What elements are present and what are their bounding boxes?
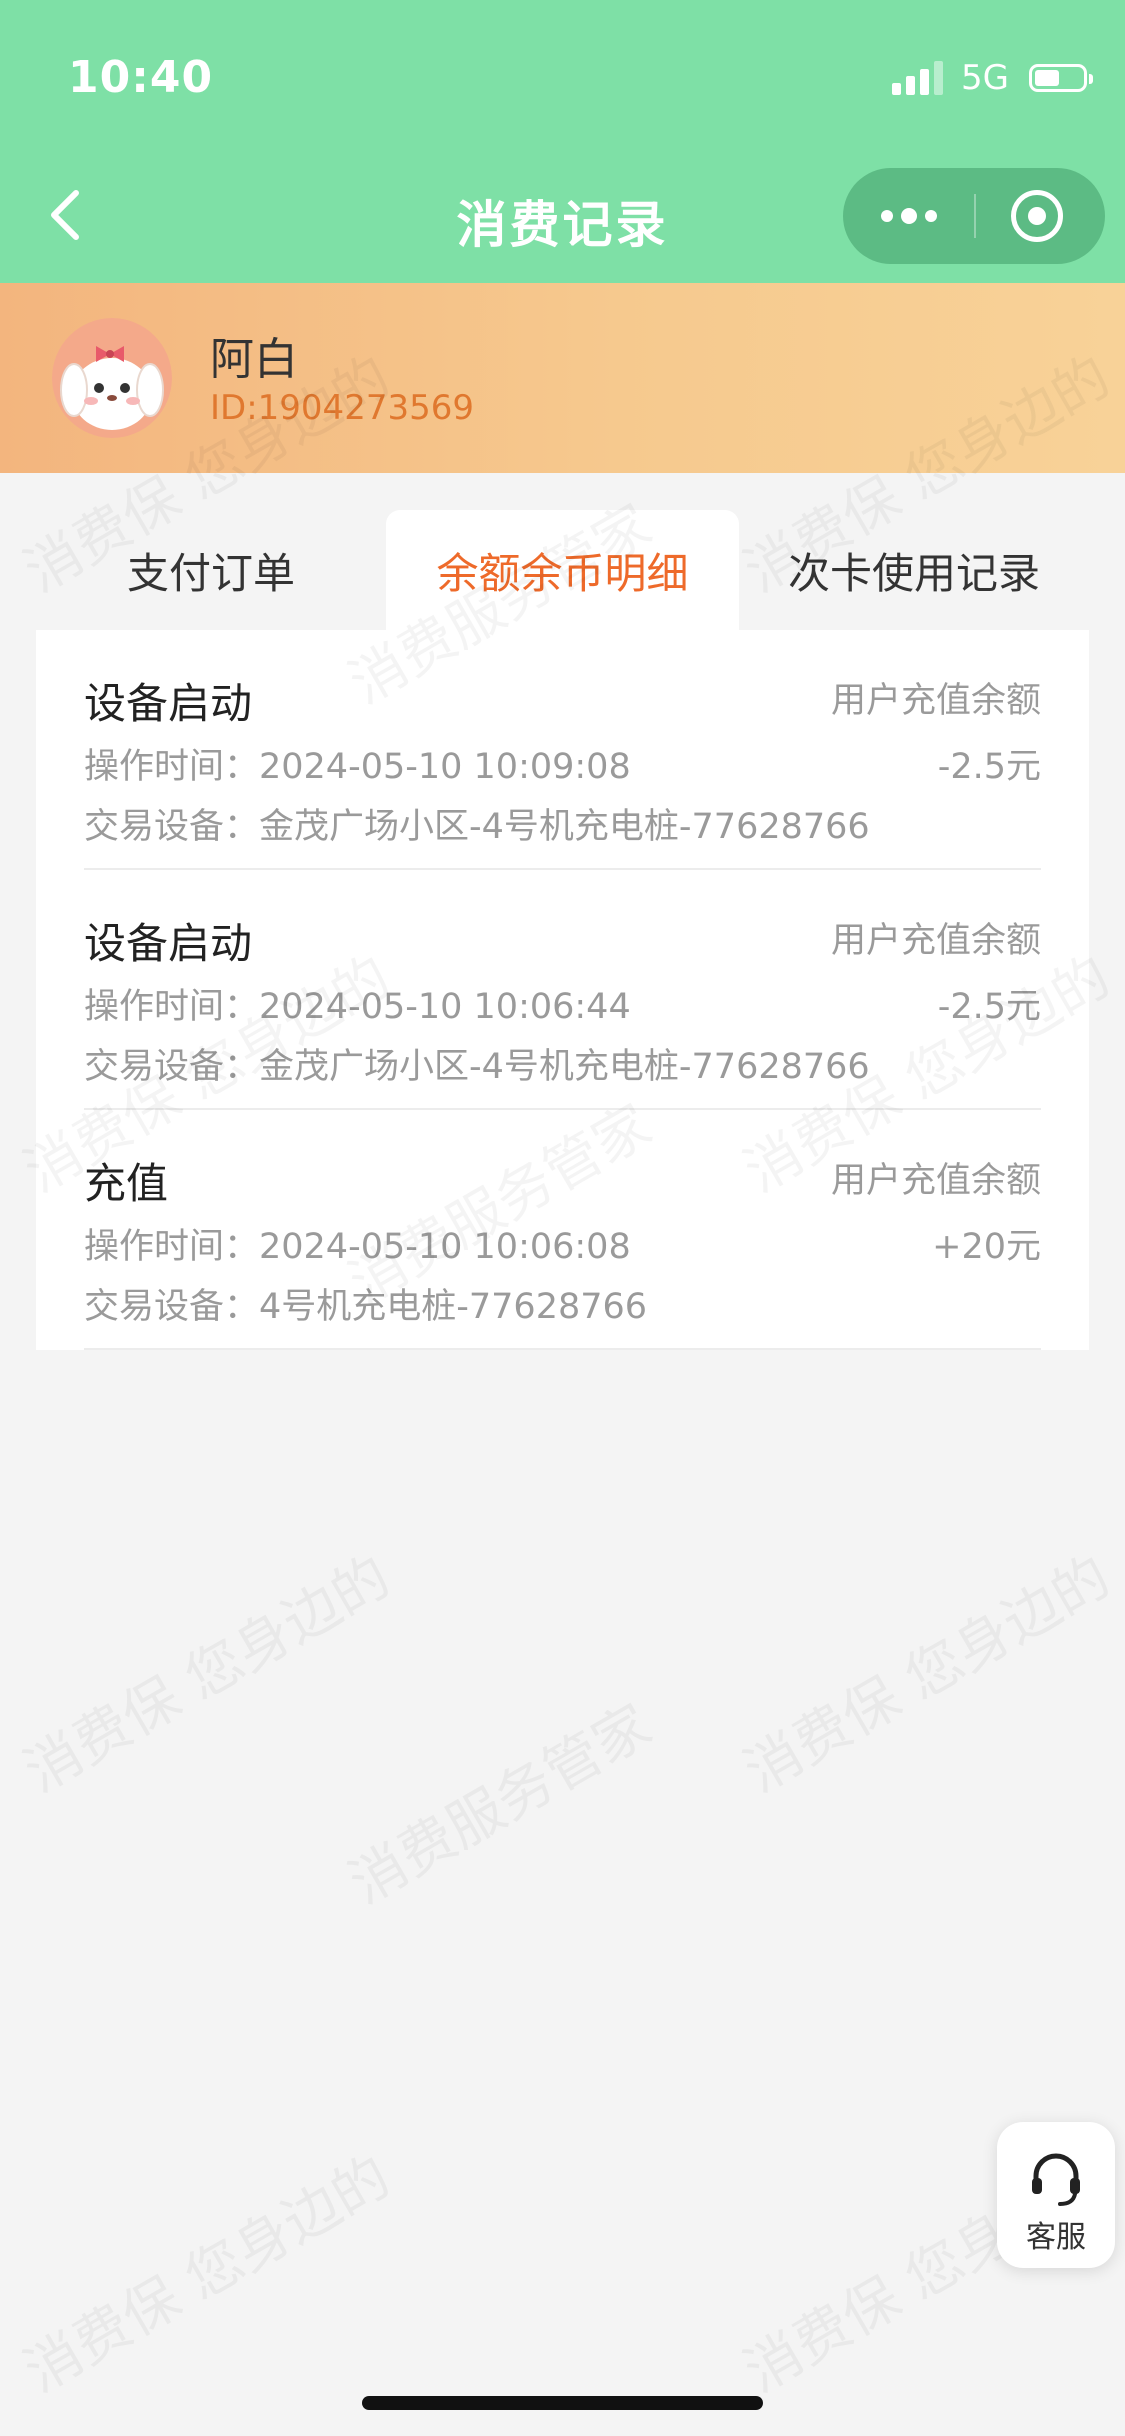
avatar — [52, 318, 172, 438]
avatar-image — [52, 318, 172, 438]
record-device: 交易设备：金茂广场小区-4号机充电桩-77628766 — [84, 807, 870, 847]
user-banner: 阿白 ID:1904273569 — [0, 283, 1125, 473]
record-tabs: 支付订单 余额余币明细 次卡使用记录 — [36, 510, 1089, 630]
record-amount: -2.5元 — [937, 747, 1041, 787]
capsule-divider — [974, 194, 976, 238]
watermark-text: 消费保 您身边的 — [7, 1533, 402, 1808]
header-bar: 10:40 5G 消费记录 — [0, 0, 1125, 283]
record-title: 设备启动 — [84, 679, 253, 728]
record-time: 操作时间：2024-05-10 10:06:08 — [84, 1227, 631, 1267]
miniprogram-capsule — [843, 168, 1105, 264]
status-time: 10:40 — [68, 52, 214, 103]
signal-icon — [892, 61, 944, 95]
record-amount: -2.5元 — [937, 987, 1041, 1027]
user-name: 阿白 — [210, 334, 298, 385]
status-indicators: 5G — [892, 58, 1093, 98]
record-item[interactable]: 充值 用户充值余额 操作时间：2024-05-10 10:06:08 +20元 … — [84, 1110, 1041, 1350]
record-time: 操作时间：2024-05-10 10:09:08 — [84, 747, 631, 787]
watermark-text: 消费服务管家 — [332, 1681, 663, 1919]
target-icon — [1028, 207, 1046, 225]
record-title: 设备启动 — [84, 919, 253, 968]
customer-service-label: 客服 — [1026, 2220, 1086, 2255]
dot-icon — [925, 210, 937, 222]
tab-payment-orders[interactable]: 支付订单 — [36, 510, 386, 630]
home-indicator — [362, 2396, 763, 2410]
record-item[interactable]: 设备启动 用户充值余额 操作时间：2024-05-10 10:06:44 -2.… — [84, 870, 1041, 1110]
records-panel: 设备启动 用户充值余额 操作时间：2024-05-10 10:09:08 -2.… — [36, 630, 1089, 1350]
dot-icon — [901, 208, 917, 224]
record-title: 充值 — [84, 1159, 169, 1208]
tab-balance-detail[interactable]: 余额余币明细 — [386, 510, 739, 630]
headset-icon — [1032, 2153, 1080, 2206]
close-miniprogram-button[interactable] — [1011, 190, 1063, 242]
record-amount: +20元 — [932, 1227, 1041, 1267]
customer-service-button[interactable]: 客服 — [997, 2122, 1115, 2268]
record-type: 用户充值余额 — [830, 681, 1041, 721]
dot-icon — [881, 210, 893, 222]
battery-icon — [1029, 64, 1093, 92]
record-time: 操作时间：2024-05-10 10:06:44 — [84, 987, 631, 1027]
divider — [84, 1348, 1041, 1350]
record-device: 交易设备：4号机充电桩-77628766 — [84, 1287, 648, 1327]
network-type: 5G — [961, 58, 1009, 98]
record-type: 用户充值余额 — [830, 921, 1041, 961]
record-device: 交易设备：金茂广场小区-4号机充电桩-77628766 — [84, 1047, 870, 1087]
more-button[interactable] — [871, 194, 947, 238]
watermark-text: 消费保 您身边的 — [727, 1533, 1122, 1808]
record-type: 用户充值余额 — [830, 1161, 1041, 1201]
watermark-text: 消费保 您身边的 — [7, 2133, 402, 2408]
user-id: ID:1904273569 — [210, 388, 474, 428]
record-item[interactable]: 设备启动 用户充值余额 操作时间：2024-05-10 10:09:08 -2.… — [84, 630, 1041, 870]
tab-card-usage[interactable]: 次卡使用记录 — [739, 510, 1089, 630]
